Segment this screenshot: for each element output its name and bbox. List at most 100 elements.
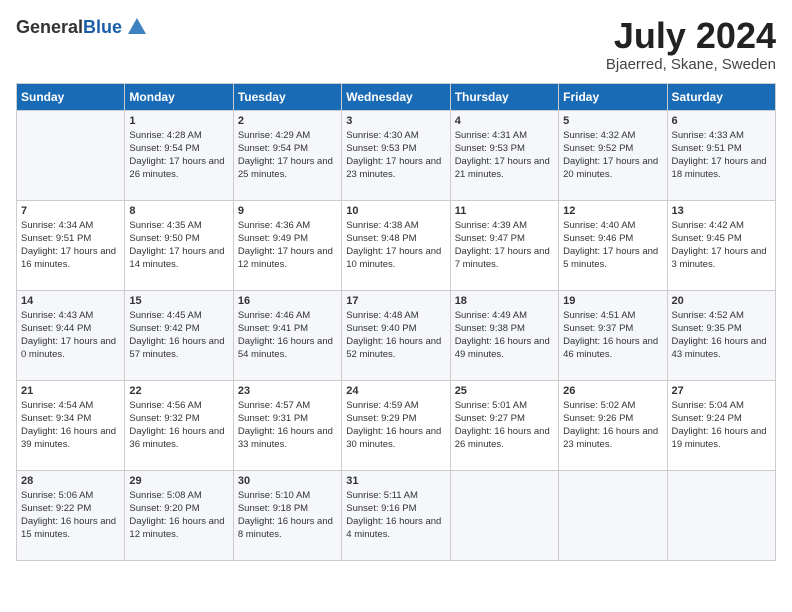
calendar-cell: [559, 470, 667, 560]
day-info: Sunrise: 5:11 AMSunset: 9:16 PMDaylight:…: [346, 489, 445, 542]
day-info: Sunrise: 4:28 AMSunset: 9:54 PMDaylight:…: [129, 129, 228, 182]
calendar-body: 1 Sunrise: 4:28 AMSunset: 9:54 PMDaylight…: [17, 110, 776, 560]
calendar-cell: 18 Sunrise: 4:49 AMSunset: 9:38 PMDayligh…: [450, 290, 558, 380]
day-number: 4: [455, 115, 554, 127]
calendar-cell: 26 Sunrise: 5:02 AMSunset: 9:26 PMDayligh…: [559, 380, 667, 470]
calendar-cell: 13 Sunrise: 4:42 AMSunset: 9:45 PMDayligh…: [667, 200, 775, 290]
day-number: 28: [21, 475, 120, 487]
calendar-cell: 5 Sunrise: 4:32 AMSunset: 9:52 PMDaylight…: [559, 110, 667, 200]
calendar-week-1: 1 Sunrise: 4:28 AMSunset: 9:54 PMDaylight…: [17, 110, 776, 200]
calendar-cell: 19Sunrise: 4:51 AMSunset: 9:37 PMDayligh…: [559, 290, 667, 380]
logo-general-text: GeneralBlue: [16, 17, 122, 38]
day-info: Sunrise: 4:56 AMSunset: 9:32 PMDaylight:…: [129, 399, 228, 452]
calendar-cell: 22 Sunrise: 4:56 AMSunset: 9:32 PMDayligh…: [125, 380, 233, 470]
day-info: Sunrise: 4:51 AMSunset: 9:37 PMDaylight:…: [563, 309, 662, 362]
day-info: Sunrise: 5:02 AMSunset: 9:26 PMDaylight:…: [563, 399, 662, 452]
day-info: Sunrise: 5:06 AMSunset: 9:22 PMDaylight:…: [21, 489, 120, 542]
calendar-cell: 23Sunrise: 4:57 AMSunset: 9:31 PMDayligh…: [233, 380, 341, 470]
calendar-cell: 31 Sunrise: 5:11 AMSunset: 9:16 PMDayligh…: [342, 470, 450, 560]
day-number: 25: [455, 385, 554, 397]
day-info: Sunrise: 4:29 AMSunset: 9:54 PMDaylight:…: [238, 129, 337, 182]
day-number: 6: [672, 115, 771, 127]
day-info: Sunrise: 5:04 AMSunset: 9:24 PMDaylight:…: [672, 399, 771, 452]
location-subtitle: Bjaerred, Skane, Sweden: [606, 56, 776, 73]
day-info: Sunrise: 4:57 AMSunset: 9:31 PMDaylight:…: [238, 399, 337, 452]
header-day-saturday: Saturday: [667, 83, 775, 110]
month-year-title: July 2024: [606, 16, 776, 56]
header-day-friday: Friday: [559, 83, 667, 110]
day-number: 14: [21, 295, 120, 307]
calendar-cell: 15 Sunrise: 4:45 AMSunset: 9:42 PMDayligh…: [125, 290, 233, 380]
calendar-cell: 4 Sunrise: 4:31 AMSunset: 9:53 PMDaylight…: [450, 110, 558, 200]
day-number: 30: [238, 475, 337, 487]
day-info: Sunrise: 4:39 AMSunset: 9:47 PMDaylight:…: [455, 219, 554, 272]
calendar-cell: 28 Sunrise: 5:06 AMSunset: 9:22 PMDayligh…: [17, 470, 125, 560]
calendar-week-5: 28 Sunrise: 5:06 AMSunset: 9:22 PMDayligh…: [17, 470, 776, 560]
calendar-cell: 14 Sunrise: 4:43 AMSunset: 9:44 PMDayligh…: [17, 290, 125, 380]
day-info: Sunrise: 4:34 AMSunset: 9:51 PMDaylight:…: [21, 219, 120, 272]
day-number: 7: [21, 205, 120, 217]
calendar-cell: 30 Sunrise: 5:10 AMSunset: 9:18 PMDayligh…: [233, 470, 341, 560]
calendar-cell: 25 Sunrise: 5:01 AMSunset: 9:27 PMDayligh…: [450, 380, 558, 470]
day-number: 9: [238, 205, 337, 217]
calendar-cell: 17 Sunrise: 4:48 AMSunset: 9:40 PMDayligh…: [342, 290, 450, 380]
day-number: 18: [455, 295, 554, 307]
day-number: 2: [238, 115, 337, 127]
calendar-cell: 29 Sunrise: 5:08 AMSunset: 9:20 PMDayligh…: [125, 470, 233, 560]
calendar-cell: [450, 470, 558, 560]
day-info: Sunrise: 4:32 AMSunset: 9:52 PMDaylight:…: [563, 129, 662, 182]
day-info: Sunrise: 4:52 AMSunset: 9:35 PMDaylight:…: [672, 309, 771, 362]
header-day-thursday: Thursday: [450, 83, 558, 110]
day-info: Sunrise: 4:49 AMSunset: 9:38 PMDaylight:…: [455, 309, 554, 362]
day-info: Sunrise: 4:31 AMSunset: 9:53 PMDaylight:…: [455, 129, 554, 182]
day-info: Sunrise: 4:33 AMSunset: 9:51 PMDaylight:…: [672, 129, 771, 182]
day-number: 17: [346, 295, 445, 307]
calendar-cell: 3 Sunrise: 4:30 AMSunset: 9:53 PMDaylight…: [342, 110, 450, 200]
day-number: 11: [455, 205, 554, 217]
calendar-cell: 10Sunrise: 4:38 AMSunset: 9:48 PMDayligh…: [342, 200, 450, 290]
calendar-table: SundayMondayTuesdayWednesdayThursdayFrid…: [16, 83, 776, 561]
day-info: Sunrise: 4:42 AMSunset: 9:45 PMDaylight:…: [672, 219, 771, 272]
day-number: 5: [563, 115, 662, 127]
calendar-week-2: 7 Sunrise: 4:34 AMSunset: 9:51 PMDaylight…: [17, 200, 776, 290]
day-number: 8: [129, 205, 228, 217]
day-number: 12: [563, 205, 662, 217]
day-number: 3: [346, 115, 445, 127]
calendar-week-3: 14 Sunrise: 4:43 AMSunset: 9:44 PMDayligh…: [17, 290, 776, 380]
day-info: Sunrise: 4:30 AMSunset: 9:53 PMDaylight:…: [346, 129, 445, 182]
day-number: 22: [129, 385, 228, 397]
header-row: SundayMondayTuesdayWednesdayThursdayFrid…: [17, 83, 776, 110]
day-info: Sunrise: 4:45 AMSunset: 9:42 PMDaylight:…: [129, 309, 228, 362]
calendar-cell: 21Sunrise: 4:54 AMSunset: 9:34 PMDayligh…: [17, 380, 125, 470]
calendar-cell: 11 Sunrise: 4:39 AMSunset: 9:47 PMDayligh…: [450, 200, 558, 290]
day-info: Sunrise: 4:36 AMSunset: 9:49 PMDaylight:…: [238, 219, 337, 272]
day-number: 29: [129, 475, 228, 487]
day-info: Sunrise: 4:40 AMSunset: 9:46 PMDaylight:…: [563, 219, 662, 272]
day-number: 26: [563, 385, 662, 397]
day-number: 20: [672, 295, 771, 307]
day-info: Sunrise: 4:59 AMSunset: 9:29 PMDaylight:…: [346, 399, 445, 452]
calendar-cell: 12 Sunrise: 4:40 AMSunset: 9:46 PMDayligh…: [559, 200, 667, 290]
calendar-cell: 16Sunrise: 4:46 AMSunset: 9:41 PMDayligh…: [233, 290, 341, 380]
calendar-cell: 8Sunrise: 4:35 AMSunset: 9:50 PMDaylight…: [125, 200, 233, 290]
day-number: 31: [346, 475, 445, 487]
day-number: 16: [238, 295, 337, 307]
title-area: July 2024 Bjaerred, Skane, Sweden: [606, 16, 776, 73]
header-day-tuesday: Tuesday: [233, 83, 341, 110]
day-info: Sunrise: 5:08 AMSunset: 9:20 PMDaylight:…: [129, 489, 228, 542]
day-info: Sunrise: 5:01 AMSunset: 9:27 PMDaylight:…: [455, 399, 554, 452]
header-day-wednesday: Wednesday: [342, 83, 450, 110]
header-day-sunday: Sunday: [17, 83, 125, 110]
calendar-cell: 7 Sunrise: 4:34 AMSunset: 9:51 PMDaylight…: [17, 200, 125, 290]
day-number: 1: [129, 115, 228, 127]
day-info: Sunrise: 4:43 AMSunset: 9:44 PMDaylight:…: [21, 309, 120, 362]
logo: GeneralBlue: [16, 16, 148, 38]
day-number: 21: [21, 385, 120, 397]
day-number: 15: [129, 295, 228, 307]
day-number: 27: [672, 385, 771, 397]
day-number: 13: [672, 205, 771, 217]
day-info: Sunrise: 5:10 AMSunset: 9:18 PMDaylight:…: [238, 489, 337, 542]
day-info: Sunrise: 4:48 AMSunset: 9:40 PMDaylight:…: [346, 309, 445, 362]
header-day-monday: Monday: [125, 83, 233, 110]
calendar-cell: 6 Sunrise: 4:33 AMSunset: 9:51 PMDaylight…: [667, 110, 775, 200]
